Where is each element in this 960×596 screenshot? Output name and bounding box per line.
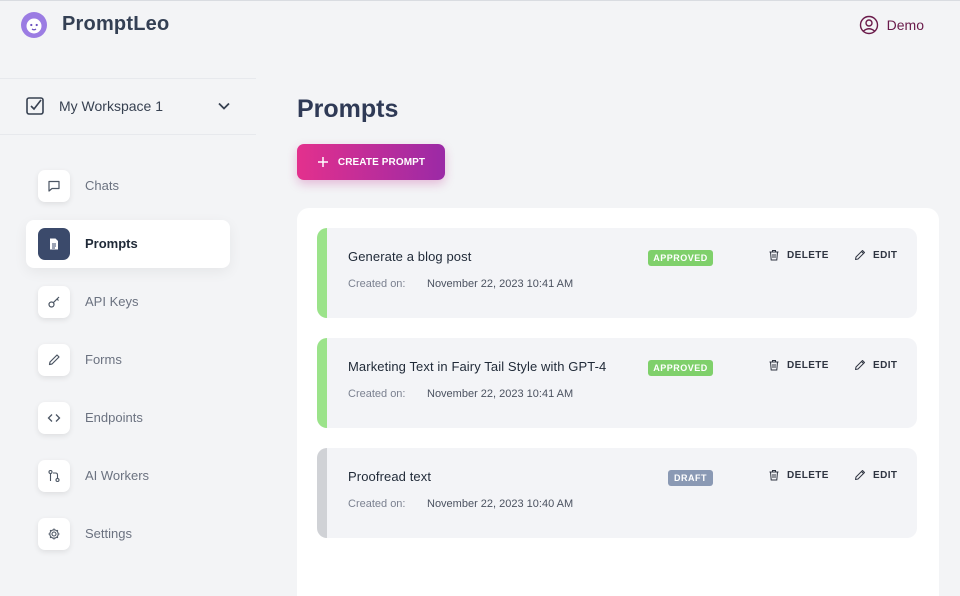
checkbox-icon bbox=[26, 97, 44, 115]
sidebar-item-api-keys[interactable]: API Keys bbox=[26, 278, 230, 326]
delete-button[interactable]: DELETE bbox=[768, 249, 829, 261]
trash-icon bbox=[769, 250, 779, 261]
user-menu[interactable]: Demo bbox=[859, 15, 924, 35]
sidebar-item-label: Prompts bbox=[85, 236, 138, 251]
sidebar-item-label: API Keys bbox=[85, 294, 139, 309]
document-icon bbox=[38, 228, 70, 260]
chevron-down-icon bbox=[218, 102, 230, 110]
prompt-card[interactable]: Proofread text Created on: November 22, … bbox=[317, 448, 917, 538]
delete-button[interactable]: DELETE bbox=[768, 359, 829, 371]
status-badge: APPROVED bbox=[648, 360, 713, 376]
created-label: Created on: bbox=[348, 278, 406, 290]
sidebar-item-settings[interactable]: Settings bbox=[26, 510, 230, 558]
delete-button[interactable]: DELETE bbox=[768, 469, 829, 481]
workspace-label: My Workspace 1 bbox=[59, 98, 163, 114]
divider bbox=[0, 134, 256, 135]
pencil-icon bbox=[855, 250, 865, 260]
gear-icon bbox=[38, 518, 70, 550]
sidebar-item-forms[interactable]: Forms bbox=[26, 336, 230, 384]
edit-button[interactable]: EDIT bbox=[854, 359, 897, 371]
user-name: Demo bbox=[886, 17, 924, 33]
status-badge: APPROVED bbox=[648, 250, 713, 266]
plus-icon bbox=[317, 157, 328, 167]
user-avatar-icon bbox=[859, 15, 878, 35]
prompt-card[interactable]: Generate a blog post Created on: Novembe… bbox=[317, 228, 917, 318]
edit-button[interactable]: EDIT bbox=[854, 249, 897, 261]
sidebar-item-ai-workers[interactable]: AI Workers bbox=[26, 452, 230, 500]
sidebar-item-endpoints[interactable]: Endpoints bbox=[26, 394, 230, 442]
prompt-title[interactable]: Marketing Text in Fairy Tail Style with … bbox=[348, 359, 606, 374]
status-accent-bar bbox=[317, 228, 327, 318]
sidebar-item-label: AI Workers bbox=[85, 468, 150, 483]
git-branch-icon bbox=[38, 460, 70, 492]
prompt-title[interactable]: Proofread text bbox=[348, 469, 431, 484]
edit-label: EDIT bbox=[873, 249, 898, 261]
created-label: Created on: bbox=[348, 498, 406, 510]
created-date: November 22, 2023 10:40 AM bbox=[427, 498, 574, 510]
trash-icon bbox=[769, 360, 779, 371]
divider bbox=[0, 78, 256, 79]
key-icon bbox=[38, 286, 70, 318]
created-date: November 22, 2023 10:41 AM bbox=[427, 278, 574, 290]
edit-label: EDIT bbox=[873, 469, 898, 481]
header: PromptLeo Demo bbox=[0, 1, 960, 51]
brand-name[interactable]: PromptLeo bbox=[62, 13, 169, 36]
lion-logo-icon[interactable] bbox=[20, 11, 48, 39]
sidebar-item-chats[interactable]: Chats bbox=[26, 162, 230, 210]
workspace-selector[interactable]: My Workspace 1 bbox=[24, 91, 232, 121]
prompt-card[interactable]: Marketing Text in Fairy Tail Style with … bbox=[317, 338, 917, 428]
delete-label: DELETE bbox=[787, 249, 829, 261]
sidebar-item-label: Endpoints bbox=[85, 410, 143, 425]
pencil-icon bbox=[855, 360, 865, 370]
trash-icon bbox=[769, 470, 779, 481]
prompts-panel: Generate a blog post Created on: Novembe… bbox=[297, 208, 939, 596]
edit-button[interactable]: EDIT bbox=[854, 469, 897, 481]
status-accent-bar bbox=[317, 448, 327, 538]
create-prompt-label: CREATE PROMPT bbox=[337, 156, 426, 168]
delete-label: DELETE bbox=[787, 359, 829, 371]
pencil-icon bbox=[855, 470, 865, 480]
status-accent-bar bbox=[317, 338, 327, 428]
page-title: Prompts bbox=[297, 95, 399, 123]
sidebar-item-prompts[interactable]: Prompts bbox=[26, 220, 230, 268]
sidebar-item-label: Settings bbox=[85, 526, 132, 541]
prompt-title[interactable]: Generate a blog post bbox=[348, 249, 471, 264]
code-icon bbox=[38, 402, 70, 434]
created-date: November 22, 2023 10:41 AM bbox=[427, 388, 574, 400]
sidebar-item-label: Forms bbox=[85, 352, 122, 367]
sidebar: My Workspace 1 Chats Prompts API Keys Fo… bbox=[0, 51, 256, 596]
status-badge: DRAFT bbox=[668, 470, 713, 486]
chat-icon bbox=[38, 170, 70, 202]
pencil-icon bbox=[38, 344, 70, 376]
delete-label: DELETE bbox=[787, 469, 829, 481]
sidebar-item-label: Chats bbox=[85, 178, 119, 193]
create-prompt-button[interactable]: CREATE PROMPT bbox=[297, 144, 445, 180]
created-label: Created on: bbox=[348, 388, 406, 400]
edit-label: EDIT bbox=[873, 359, 898, 371]
